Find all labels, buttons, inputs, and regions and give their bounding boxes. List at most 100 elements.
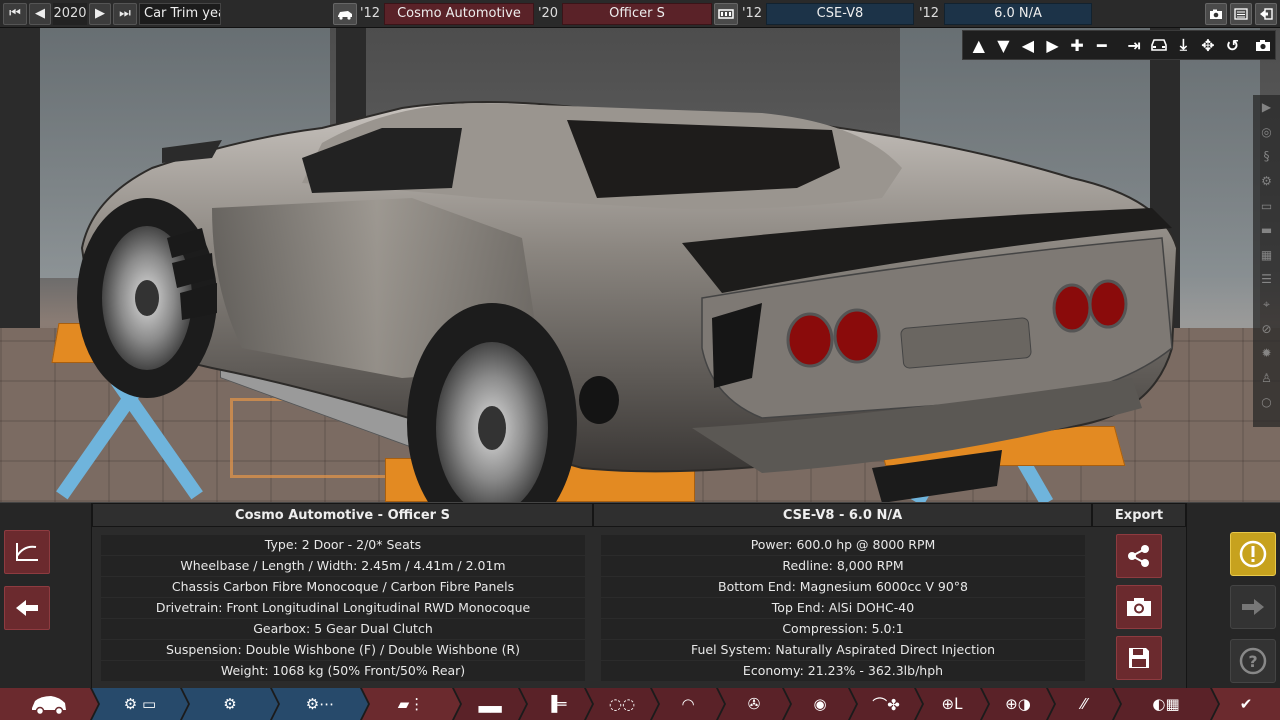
car-model-icon[interactable] [333,3,357,25]
engine-year: '12 [740,3,764,25]
tab-aero[interactable]: ⌒✤ [850,688,922,720]
tab-drivetrain[interactable]: ◌◌ [586,688,658,720]
body-icon[interactable]: ▭ [1253,193,1280,218]
tab-engine-variant[interactable]: ⚙⋯ [272,688,368,720]
screenshot-icon[interactable] [1205,3,1227,25]
prev-year-icon[interactable]: ◀ [29,3,51,25]
car-model[interactable] [62,88,1192,502]
car-info-row: Gearbox: 5 Gear Dual Clutch [101,619,585,639]
steering-icon: ⊕◑ [1005,695,1031,713]
warning-icon [1239,540,1267,568]
driver-icon[interactable]: ♙ [1253,366,1280,391]
lift-icon[interactable]: ⌖ [1253,292,1280,317]
tab-car-model[interactable] [0,688,98,720]
share-icon [1128,545,1149,567]
tab-finish[interactable]: ✔ [1212,688,1280,720]
collapse-icon[interactable]: ▶ [1253,95,1280,120]
tab-steering[interactable]: ⊕◑ [982,688,1054,720]
tab-brakes[interactable]: ◉ [784,688,856,720]
circle-icon[interactable]: ○ [1253,390,1280,415]
screenshot-icon[interactable] [1251,33,1275,57]
wheel-icon[interactable]: ◎ [1253,120,1280,145]
transmission-icon[interactable]: ⚙ [1253,169,1280,194]
export-screenshot-button[interactable] [1116,585,1162,629]
grille-icon[interactable]: ▦ [1253,243,1280,268]
part-shortcut-strip: ▶ ◎ § ⚙ ▭ ▬ ▦ ☰ ⌖ ⊘ ✹ ♙ ○ [1253,95,1280,427]
engine-info-row: Power: 600.0 hp @ 8000 RPM [601,535,1085,555]
trim-year-label: Car Trim year [139,3,221,25]
tab-gearbox[interactable]: ◠ [652,688,724,720]
zoom-in-icon[interactable]: ✚ [1065,33,1089,57]
graph-button[interactable] [4,530,50,574]
car-side-icon[interactable]: ▬ [1253,218,1280,243]
tab-wheels[interactable]: ✇ [718,688,790,720]
spring-icon[interactable]: § [1253,144,1280,169]
company-selector[interactable]: Cosmo Automotive [384,3,534,25]
rewind-year-icon[interactable]: ⏮ [3,3,27,25]
save-icon [1129,648,1149,668]
tab-model[interactable]: ⚙ ▭ [92,688,188,720]
car-info-row: Wheelbase / Length / Width: 2.45m / 4.41… [101,556,585,576]
graph-icon [16,543,38,561]
finish-check-icon: ✔ [1239,695,1253,713]
tab-chassis[interactable]: ▃▃ [454,688,526,720]
engine-variant-selector[interactable]: 6.0 N/A [944,3,1092,25]
year-display: 2020 [53,3,87,25]
engine-variant-icon: ⚙⋯ [305,695,335,713]
tab-test[interactable]: ◐▦ [1114,688,1218,720]
engine-family-icon: ⚙ [223,695,237,713]
tab-interior[interactable]: ⊕ᒪ [916,688,988,720]
arrow-down-icon[interactable]: ▼ [992,33,1016,57]
engine-info-row: Bottom End: Magnesium 6000cc V 90°8 [601,577,1085,597]
engine-info-row: Fuel System: Naturally Aspirated Direct … [601,640,1085,660]
variant-year: '12 [916,3,942,25]
brake-icon: ◉ [813,695,827,713]
exhaust-icon[interactable]: ☰ [1253,267,1280,292]
car-info-row: Weight: 1068 kg (50% Front/50% Rear) [101,661,585,681]
drivetrain-icon: ◌◌ [608,695,636,713]
wheel-icon: ✇ [747,695,761,713]
reset-view-icon[interactable]: ↺ [1221,33,1245,57]
tab-suspension[interactable]: ▐═ [520,688,592,720]
lower-icon[interactable]: ⤓ [1172,33,1196,57]
info-panel: Cosmo Automotive - Officer S Type: 2 Doo… [0,502,1280,689]
car-3d-viewport[interactable] [0,28,1280,502]
tab-fuel[interactable]: ⁄⁄ [1048,688,1120,720]
warning-button[interactable] [1230,532,1276,576]
align-right-icon[interactable]: ⇥ [1122,33,1146,57]
next-year-icon[interactable]: ▶ [89,3,111,25]
tab-trim[interactable]: ▰⋮ [362,688,460,720]
car-info-row: Chassis Carbon Fibre Monocoque / Carbon … [101,577,585,597]
forward-year-icon[interactable]: ⏭ [113,3,137,25]
tab-engine-family[interactable]: ⚙ [182,688,278,720]
help-button[interactable]: ? [1230,639,1276,683]
export-title: Export [1092,503,1186,527]
exit-icon[interactable] [1255,3,1277,25]
arrow-right-icon[interactable]: ▶ [1041,33,1065,57]
rotate-axis-icon[interactable]: ✥ [1196,33,1220,57]
engine-icon[interactable] [714,3,738,25]
svg-text:?: ? [1248,652,1257,671]
no-smoke-icon[interactable]: ⊘ [1253,316,1280,341]
back-button[interactable] [4,586,50,630]
save-button[interactable] [1116,636,1162,680]
car-info-row: Drivetrain: Front Longitudinal Longitudi… [101,598,585,618]
gear-icon[interactable]: ✹ [1253,341,1280,366]
car-body-icon [32,696,66,716]
engine-family-selector[interactable]: CSE-V8 [766,3,914,25]
menu-icon[interactable] [1230,3,1252,25]
camera-icon [1127,598,1151,616]
arrow-left-icon[interactable]: ◀ [1016,33,1040,57]
chassis-icon: ▃▃ [478,695,502,713]
gearbox-icon: ◠ [681,695,695,713]
car-front-icon[interactable] [1147,33,1171,57]
engine-info-title: CSE-V8 - 6.0 N/A [593,503,1092,527]
test-icon: ◐▦ [1152,695,1180,713]
trim-selector[interactable]: Officer S [562,3,712,25]
share-button[interactable] [1116,534,1162,578]
car-info-title: Cosmo Automotive - Officer S [92,503,593,527]
suspension-icon: ▐═ [545,695,567,713]
zoom-out-icon[interactable]: ━ [1090,33,1114,57]
arrow-up-icon[interactable]: ▲ [967,33,991,57]
next-button[interactable] [1230,585,1276,629]
